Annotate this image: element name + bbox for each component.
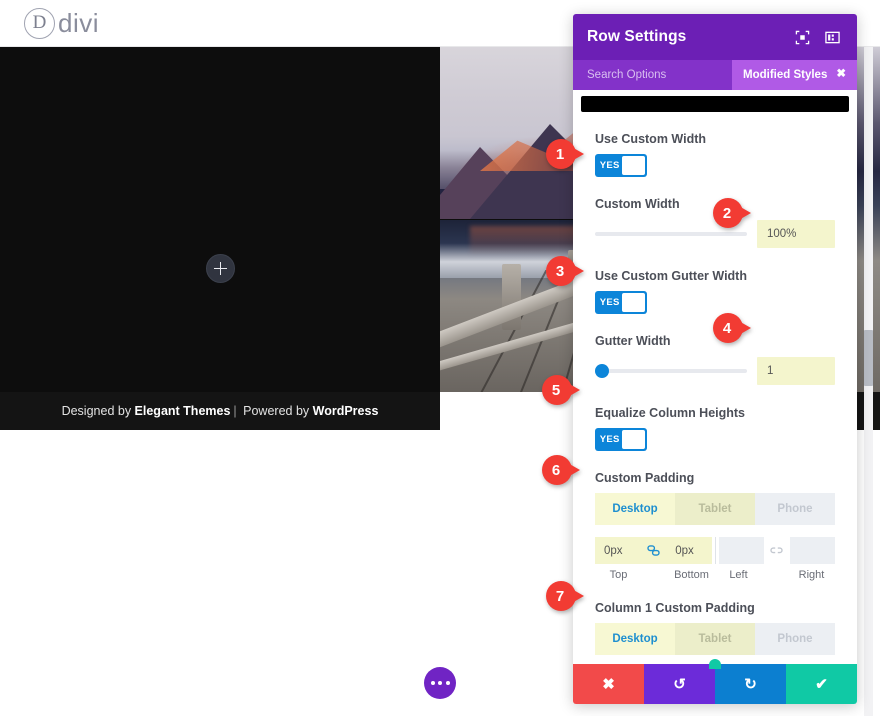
padding-bottom-label: Bottom	[674, 569, 709, 581]
padding-right-input[interactable]	[789, 537, 835, 564]
padding-divider	[714, 537, 716, 564]
tab-phone[interactable]: Phone	[755, 493, 835, 525]
link-inactive-icon[interactable]	[764, 537, 790, 564]
callout-marker-2: 2	[713, 198, 751, 228]
modal-title: Row Settings	[587, 28, 687, 45]
toggle-yes-label: YES	[599, 160, 620, 171]
divi-menu-fab[interactable]	[424, 667, 456, 699]
modified-styles-pill[interactable]: Modified Styles ✖	[732, 60, 857, 90]
footer-credit: Designed by Elegant Themes | Powered by W…	[62, 404, 379, 418]
modal-body[interactable]: Use Custom Width YES Custom Width 100% U…	[573, 90, 857, 664]
tab-phone[interactable]: Phone	[755, 623, 835, 655]
callout-marker-1: 1	[546, 139, 584, 169]
row-settings-modal: Row Settings Search Options Modified Sty…	[573, 14, 857, 704]
column1-padding-device-tabs: Desktop Tablet Phone	[595, 623, 835, 655]
redo-button[interactable]: ↻	[715, 664, 786, 704]
ellipsis-dot	[445, 681, 450, 685]
add-module-plus-icon[interactable]	[206, 254, 235, 283]
tab-desktop[interactable]: Desktop	[595, 623, 675, 655]
redo-icon: ↻	[744, 675, 757, 693]
callout-number: 3	[555, 262, 565, 280]
padding-bottom-input[interactable]: 0px	[666, 537, 712, 564]
close-icon[interactable]: ✖	[836, 69, 846, 81]
equalize-column-heights-label: Equalize Column Heights	[595, 406, 746, 420]
undo-icon: ↺	[673, 675, 686, 693]
padding-left-label: Left	[729, 569, 748, 581]
custom-padding-labels: Top Bottom Left Right	[595, 569, 835, 581]
callout-number: 7	[555, 587, 565, 605]
toggle-yes-label: YES	[599, 297, 620, 308]
modified-styles-label: Modified Styles	[743, 69, 828, 81]
footer-brand-wordpress[interactable]: WordPress	[313, 404, 379, 418]
tab-tablet[interactable]: Tablet	[675, 493, 755, 525]
equalize-column-heights-toggle[interactable]: YES	[595, 428, 647, 451]
use-custom-gutter-width-label: Use Custom Gutter Width	[595, 269, 747, 283]
tab-tablet[interactable]: Tablet	[675, 623, 755, 655]
custom-padding-label: Custom Padding	[595, 471, 695, 485]
gutter-width-slider-handle[interactable]	[595, 364, 609, 378]
padding-left-input[interactable]	[718, 537, 764, 564]
footer-separator: |	[233, 404, 237, 418]
custom-padding-inputs: 0px 0px	[595, 537, 835, 564]
ellipsis-dot	[430, 681, 435, 685]
focus-target-icon[interactable]	[791, 26, 813, 48]
footer-nub	[709, 659, 721, 669]
screen: D divi Designed by Elegant Themes | Powe…	[0, 0, 880, 716]
custom-width-value[interactable]: 100%	[757, 220, 835, 248]
page-scrollbar-thumb[interactable]	[864, 330, 873, 386]
padding-top-label: Top	[609, 569, 628, 581]
callout-number: 1	[555, 145, 565, 163]
callout-marker-3: 3	[546, 256, 584, 286]
panel-layout-icon[interactable]	[821, 26, 843, 48]
callout-number: 5	[551, 381, 561, 399]
toggle-yes-label: YES	[599, 434, 620, 445]
use-custom-width-label: Use Custom Width	[595, 132, 706, 146]
ellipsis-dot	[438, 681, 442, 685]
callout-marker-7: 7	[546, 581, 584, 611]
callout-number: 2	[722, 204, 732, 222]
custom-width-slider-track[interactable]	[595, 232, 747, 236]
callout-number: 6	[551, 461, 561, 479]
check-icon: ✔	[815, 675, 828, 693]
cancel-button[interactable]: ✖	[573, 664, 644, 704]
divi-logo[interactable]: D divi	[24, 7, 100, 39]
gutter-width-value[interactable]: 1	[757, 357, 835, 385]
callout-marker-5: 5	[542, 375, 580, 405]
undo-button[interactable]: ↺	[644, 664, 715, 704]
close-icon: ✖	[602, 675, 615, 693]
hero-left-column	[0, 47, 440, 392]
modal-footer: ✖ ↺ ↻ ✔	[573, 659, 857, 704]
use-custom-width-toggle[interactable]: YES	[595, 154, 647, 177]
save-button[interactable]: ✔	[786, 664, 857, 704]
custom-padding-device-tabs: Desktop Tablet Phone	[595, 493, 835, 525]
callout-marker-4: 4	[713, 313, 751, 343]
modal-header: Row Settings	[573, 14, 857, 60]
site-footer: Designed by Elegant Themes | Powered by W…	[0, 392, 440, 430]
toggle-knob	[622, 430, 645, 449]
divi-logo-mark: D	[24, 7, 55, 39]
toggle-knob	[622, 293, 645, 312]
search-options-input[interactable]: Search Options	[587, 69, 666, 81]
footer-powered-by: Powered by	[239, 404, 313, 418]
gutter-width-slider-row[interactable]: 1	[595, 356, 835, 386]
callout-number: 4	[722, 319, 732, 337]
use-custom-gutter-width-toggle[interactable]: YES	[595, 291, 647, 314]
toggle-knob	[622, 156, 645, 175]
modal-subbar: Search Options Modified Styles ✖	[573, 60, 857, 90]
padding-right-label: Right	[798, 569, 825, 581]
tab-desktop[interactable]: Desktop	[595, 493, 675, 525]
footer-brand-elegant-themes[interactable]: Elegant Themes	[135, 404, 231, 418]
scrolled-content-top	[581, 96, 849, 112]
divi-logo-text: divi	[58, 7, 100, 38]
padding-top-input[interactable]: 0px	[595, 537, 641, 564]
gutter-width-slider-track[interactable]	[595, 364, 747, 378]
column1-custom-padding-label: Column 1 Custom Padding	[595, 601, 755, 615]
callout-marker-6: 6	[542, 455, 580, 485]
link-active-icon[interactable]	[640, 537, 667, 564]
footer-designed-by: Designed by	[61, 404, 135, 418]
